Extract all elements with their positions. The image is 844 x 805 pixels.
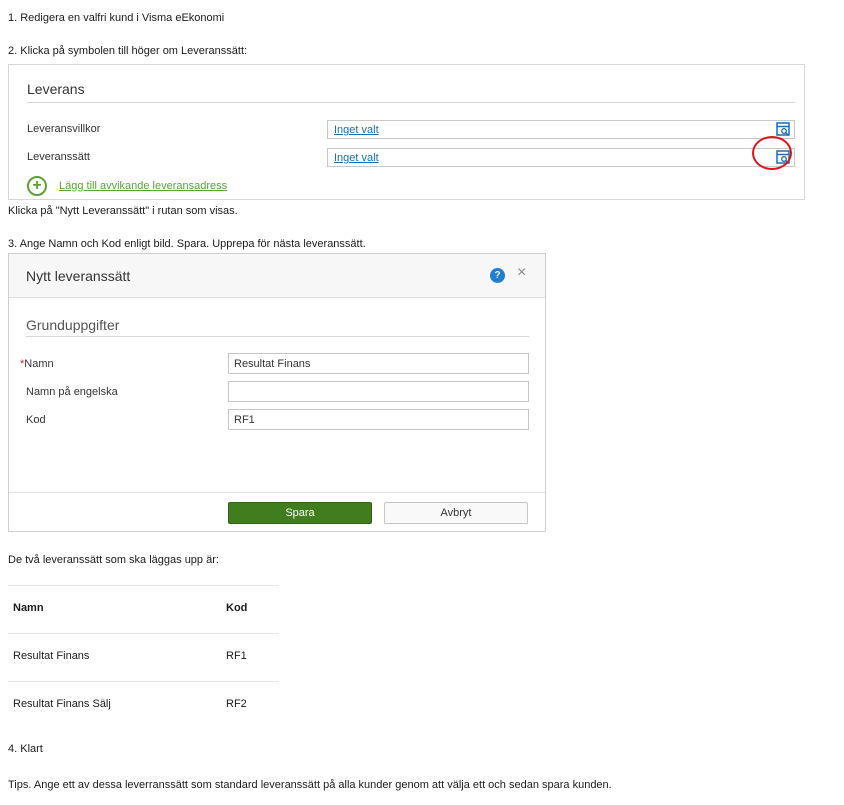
close-icon[interactable]: × [517, 264, 526, 282]
step-4-text: 4. Klart [8, 743, 43, 755]
tips-text: Tips. Ange ett av dessa leverranssätt so… [8, 779, 612, 791]
kod-input[interactable] [228, 409, 529, 430]
leverans-title: Leverans [27, 81, 85, 97]
namn-label: *Namn [20, 358, 54, 370]
highlight-circle [752, 136, 792, 170]
step-2-text: 2. Klicka på symbolen till höger om Leve… [8, 45, 248, 57]
leveransvillkor-label: Leveransvillkor [27, 123, 101, 135]
namn-input[interactable] [228, 353, 529, 374]
leveransvillkor-field[interactable]: Inget valt [327, 120, 795, 139]
row-code: RF2 [226, 698, 247, 710]
cancel-button[interactable]: Avbryt [384, 502, 528, 524]
table-row: Resultat Finans Sälj RF2 [8, 681, 279, 729]
row-code: RF1 [226, 650, 247, 662]
namn-engelska-label: Namn på engelska [26, 386, 118, 398]
header-name: Namn [13, 602, 44, 614]
table-header-row: Namn Kod [8, 585, 279, 633]
leveranssatt-label: Leveranssätt [27, 151, 90, 163]
dialog-footer-divider [9, 492, 545, 493]
header-code: Kod [226, 602, 248, 614]
namn-engelska-input[interactable] [228, 381, 529, 402]
new-delivery-method-dialog: Nytt leveranssätt ? × Grunduppgifter *Na… [8, 253, 546, 532]
row-name: Resultat Finans [13, 650, 90, 662]
namn-label-text: Namn [24, 358, 54, 370]
plus-circle-icon[interactable]: + [27, 176, 47, 196]
section-title: Grunduppgifter [26, 317, 120, 333]
step-3-text: 3. Ange Namn och Kod enligt bild. Spara.… [8, 238, 366, 250]
kod-label: Kod [26, 414, 46, 426]
help-icon[interactable]: ? [490, 268, 505, 283]
leveransvillkor-value-link[interactable]: Inget valt [334, 124, 379, 136]
step-2-after-text: Klicka på "Nytt Leveranssätt" i rutan so… [8, 205, 238, 217]
add-address-link[interactable]: Lägg till avvikande leveransadress [59, 180, 227, 192]
step-1-text: 1. Redigera en valfri kund i Visma eEkon… [8, 12, 225, 24]
row-name: Resultat Finans Sälj [13, 698, 111, 710]
leveranssatt-field[interactable]: Inget valt [327, 148, 795, 167]
save-button[interactable]: Spara [228, 502, 372, 524]
leveranssatt-value-link[interactable]: Inget valt [334, 152, 379, 164]
dialog-title: Nytt leveranssätt [26, 268, 131, 284]
leverans-divider [27, 102, 795, 103]
section-divider [26, 336, 529, 337]
dialog-header: Nytt leveranssätt ? × [9, 254, 545, 298]
table-row: Resultat Finans RF1 [8, 633, 279, 681]
table-intro-text: De två leveranssätt som ska läggas upp ä… [8, 554, 219, 566]
delivery-methods-table: Namn Kod Resultat Finans RF1 Resultat Fi… [8, 585, 279, 729]
lookup-icon[interactable] [776, 122, 791, 137]
leverans-panel: Leverans Leveransvillkor Inget valt Leve… [8, 64, 805, 200]
